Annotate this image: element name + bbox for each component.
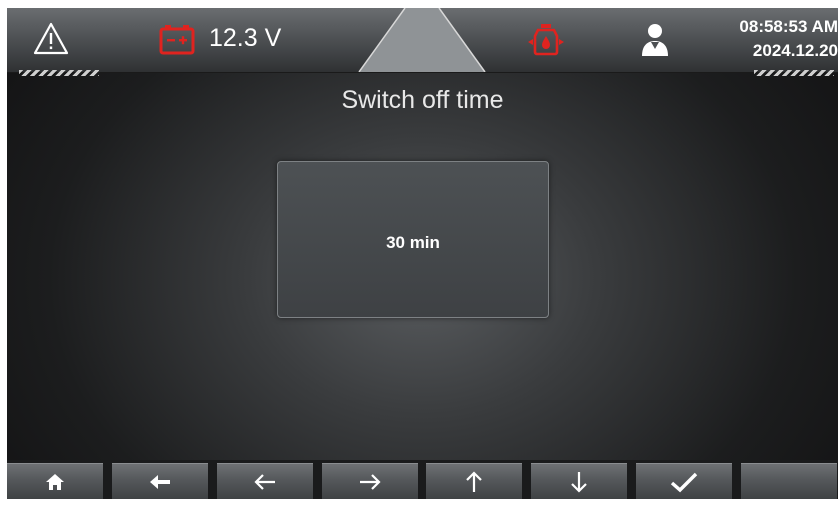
confirm-button[interactable] (636, 463, 732, 499)
warning-icon[interactable] (33, 21, 69, 57)
home-icon (46, 473, 64, 490)
center-notch (358, 8, 486, 72)
navigation-toolbar (7, 460, 838, 499)
clock-date: 2024.12.20 (752, 41, 838, 60)
battery-icon (159, 25, 195, 55)
page-title: Switch off time (341, 86, 504, 114)
blank-button[interactable] (741, 463, 837, 499)
arrow-down-icon (571, 471, 587, 493)
back-icon (150, 474, 170, 489)
battery-voltage: 12.3 V (209, 24, 282, 52)
switch-off-time-field[interactable]: 30 min (277, 161, 549, 318)
right-stripes (754, 70, 834, 76)
down-button[interactable] (531, 463, 627, 499)
back-button[interactable] (112, 463, 208, 499)
arrow-right-icon (360, 473, 381, 490)
oil-pressure-icon (528, 24, 564, 56)
user-icon[interactable] (640, 23, 670, 57)
home-button[interactable] (7, 463, 103, 499)
left-button[interactable] (217, 463, 313, 499)
status-bar: 12.3 V 08:58:53 AM 2024.12.20 (7, 8, 838, 73)
arrow-left-icon (254, 473, 275, 490)
right-button[interactable] (322, 463, 418, 499)
switch-off-time-value: 30 min (386, 233, 440, 252)
display-screen: 12.3 V 08:58:53 AM 2024.12.20 Switch off… (7, 8, 838, 499)
check-icon (670, 472, 698, 492)
clock-time: 08:58:53 AM (739, 17, 838, 36)
up-button[interactable] (426, 463, 522, 499)
arrow-up-icon (466, 470, 482, 492)
left-stripes (19, 70, 99, 76)
